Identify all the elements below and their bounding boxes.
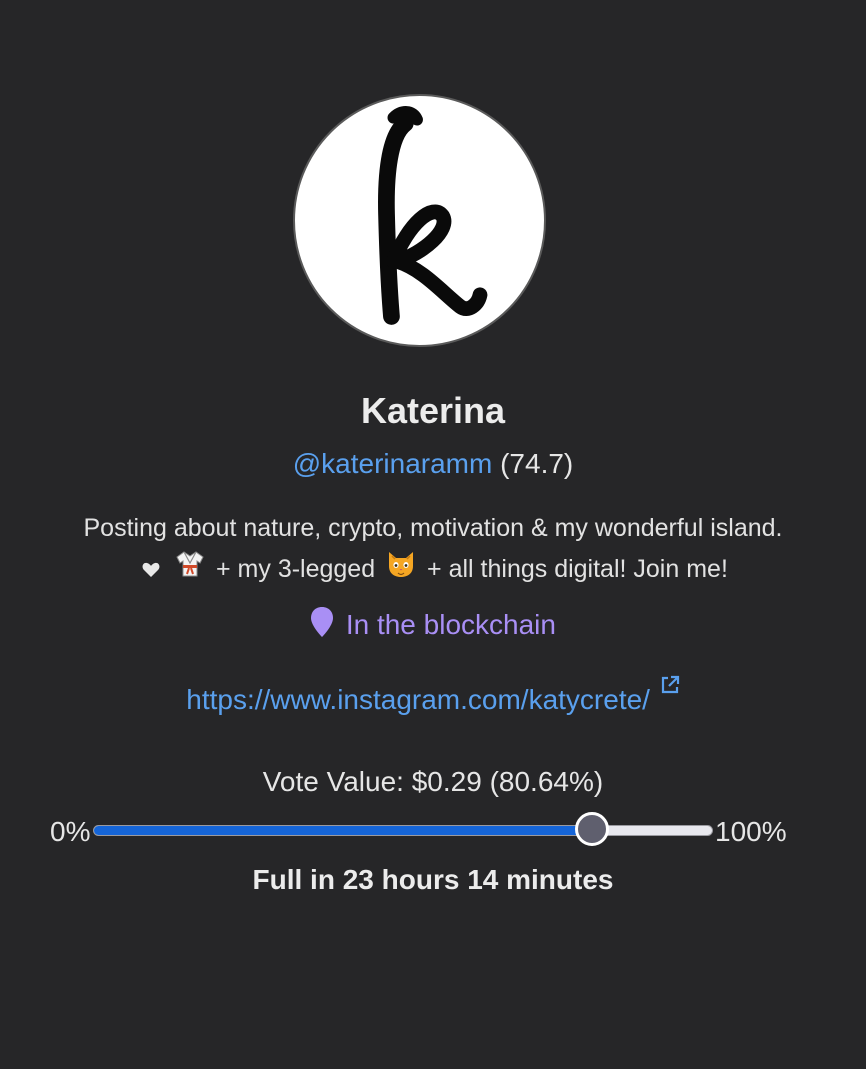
slider-min-label: 0%: [50, 816, 91, 847]
reputation-score: (74.7): [500, 448, 574, 479]
website: https://www.instagram.com/katycrete/: [0, 670, 866, 716]
vote-value: Vote Value: $0.29 (80.64%): [262, 766, 604, 797]
profile-card: Katerina @katerinaramm (74.7) Posting ab…: [0, 0, 866, 1069]
bio-line-2-part-b: + all things digital! Join me!: [427, 555, 728, 584]
bio-line-2-part-a: + my 3-legged: [216, 555, 376, 584]
avatar[interactable]: [293, 94, 546, 347]
location-text: In the blockchain: [345, 609, 556, 640]
letter-k-logo-icon: [378, 106, 488, 325]
white-heart-icon: [142, 550, 160, 591]
vote-slider[interactable]: [93, 812, 713, 846]
external-link-icon[interactable]: [660, 670, 680, 702]
martial-arts-uniform-icon: [175, 549, 205, 592]
display-name: Katerina: [360, 390, 506, 431]
handle-line: @katerinaramm (74.7): [0, 448, 866, 480]
location: In the blockchain: [0, 606, 866, 645]
vote-slider-fill: [94, 826, 593, 835]
handle-link[interactable]: @katerinaramm: [293, 448, 493, 479]
website-link[interactable]: https://www.instagram.com/katycrete/: [186, 684, 650, 715]
bio-line-1: Posting about nature, crypto, motivation…: [83, 514, 783, 542]
bio-line-2: + my 3-legged + all things digital! Join…: [0, 549, 866, 592]
recharge-time: Full in 23 hours 14 minutes: [252, 864, 614, 895]
vote-slider-row: 0% 100%: [0, 812, 866, 852]
cat-face-icon: [386, 550, 416, 591]
bio: Posting about nature, crypto, motivation…: [0, 508, 866, 592]
vote-slider-thumb[interactable]: [575, 812, 610, 846]
slider-max-label: 100%: [715, 816, 787, 847]
map-pin-icon: [310, 606, 334, 645]
